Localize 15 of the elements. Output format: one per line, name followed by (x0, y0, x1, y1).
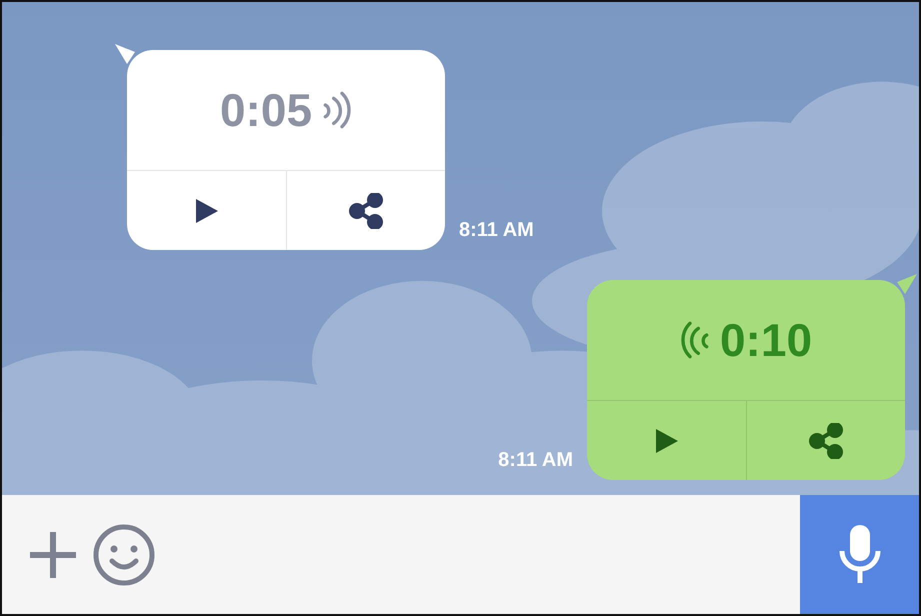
voice-duration: 0:05 (220, 83, 312, 137)
bubble-tail (115, 44, 135, 64)
add-button[interactable] (28, 530, 78, 580)
message-time: 8:11 AM (498, 449, 573, 472)
message-time: 8:11 AM (459, 219, 534, 242)
bubble-tail (897, 274, 917, 294)
emoji-button[interactable] (92, 522, 156, 586)
share-icon (808, 422, 843, 458)
plus-icon (28, 530, 78, 580)
sound-wave-icon (322, 90, 352, 130)
share-icon (348, 192, 383, 228)
microphone-button[interactable] (800, 495, 919, 614)
voice-duration: 0:10 (720, 313, 812, 367)
smiley-icon (92, 522, 156, 586)
sound-wave-icon (680, 320, 710, 360)
